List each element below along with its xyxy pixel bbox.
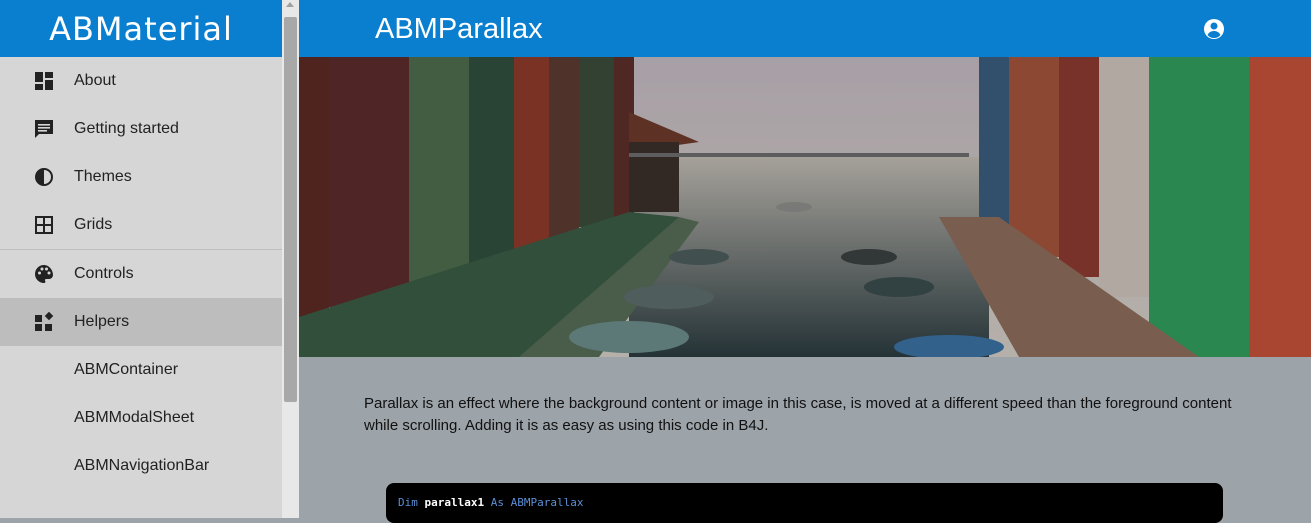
- dashboard-icon: [33, 70, 55, 92]
- parallax-hero-image: [299, 57, 1311, 357]
- logo-bar: ABMaterial: [0, 0, 282, 57]
- contrast-icon: [33, 166, 55, 188]
- sidebar-scrollbar[interactable]: [282, 0, 299, 518]
- sidebar-item-controls[interactable]: Controls: [0, 250, 282, 298]
- sidebar-item-themes[interactable]: Themes: [0, 153, 282, 201]
- sidebar-subitem-abmnavigationbar[interactable]: ABMNavigationBar: [0, 442, 282, 490]
- code-type: ABMParallax: [510, 496, 584, 509]
- sidebar-item-label: Grids: [74, 216, 113, 233]
- canal-scene-image: [299, 57, 1311, 357]
- sidebar-item-label: Helpers: [74, 313, 130, 330]
- sidebar-subitem-abmcontainer[interactable]: ABMContainer: [0, 346, 282, 394]
- sidebar-item-about[interactable]: About: [0, 57, 282, 105]
- account-circle-icon[interactable]: [1203, 18, 1225, 40]
- widgets-icon: [33, 311, 55, 333]
- code-block: Dim parallax1 As ABMParallax: [386, 483, 1223, 523]
- main-content: Parallax is an effect where the backgrou…: [299, 357, 1311, 523]
- sidebar-subitem-abmmodalsheet[interactable]: ABMModalSheet: [0, 394, 282, 442]
- sidebar-item-label: Getting started: [74, 120, 179, 137]
- grid-icon: [33, 214, 55, 236]
- sidebar-item-label: Themes: [74, 168, 132, 185]
- sidebar-subitem-label: ABMNavigationBar: [74, 457, 210, 474]
- sidebar-item-helpers[interactable]: Helpers: [0, 298, 282, 346]
- sidebar-item-grids[interactable]: Grids: [0, 201, 282, 249]
- sidebar: ABMaterial About Getting started Themes …: [0, 0, 282, 518]
- code-keyword-dim: Dim: [398, 496, 418, 509]
- app-logo[interactable]: ABMaterial: [49, 10, 233, 48]
- top-bar: ABMParallax: [299, 0, 1311, 57]
- sidebar-item-getting-started[interactable]: Getting started: [0, 105, 282, 153]
- scroll-thumb[interactable]: [284, 17, 297, 402]
- page-title: ABMParallax: [375, 13, 543, 45]
- sidebar-item-label: Controls: [74, 265, 134, 282]
- sidebar-item-label: About: [74, 72, 116, 89]
- chat-icon: [33, 118, 55, 140]
- code-keyword-as: As: [490, 496, 504, 509]
- sidebar-subitem-label: ABMModalSheet: [74, 409, 195, 426]
- code-identifier: parallax1: [424, 496, 485, 509]
- code-line: Dim parallax1 As ABMParallax: [398, 496, 583, 509]
- scroll-up-arrow-icon[interactable]: [286, 2, 294, 7]
- description-text: Parallax is an effect where the backgrou…: [364, 395, 1232, 434]
- palette-icon: [33, 263, 55, 285]
- sidebar-subitem-label: ABMContainer: [74, 361, 179, 378]
